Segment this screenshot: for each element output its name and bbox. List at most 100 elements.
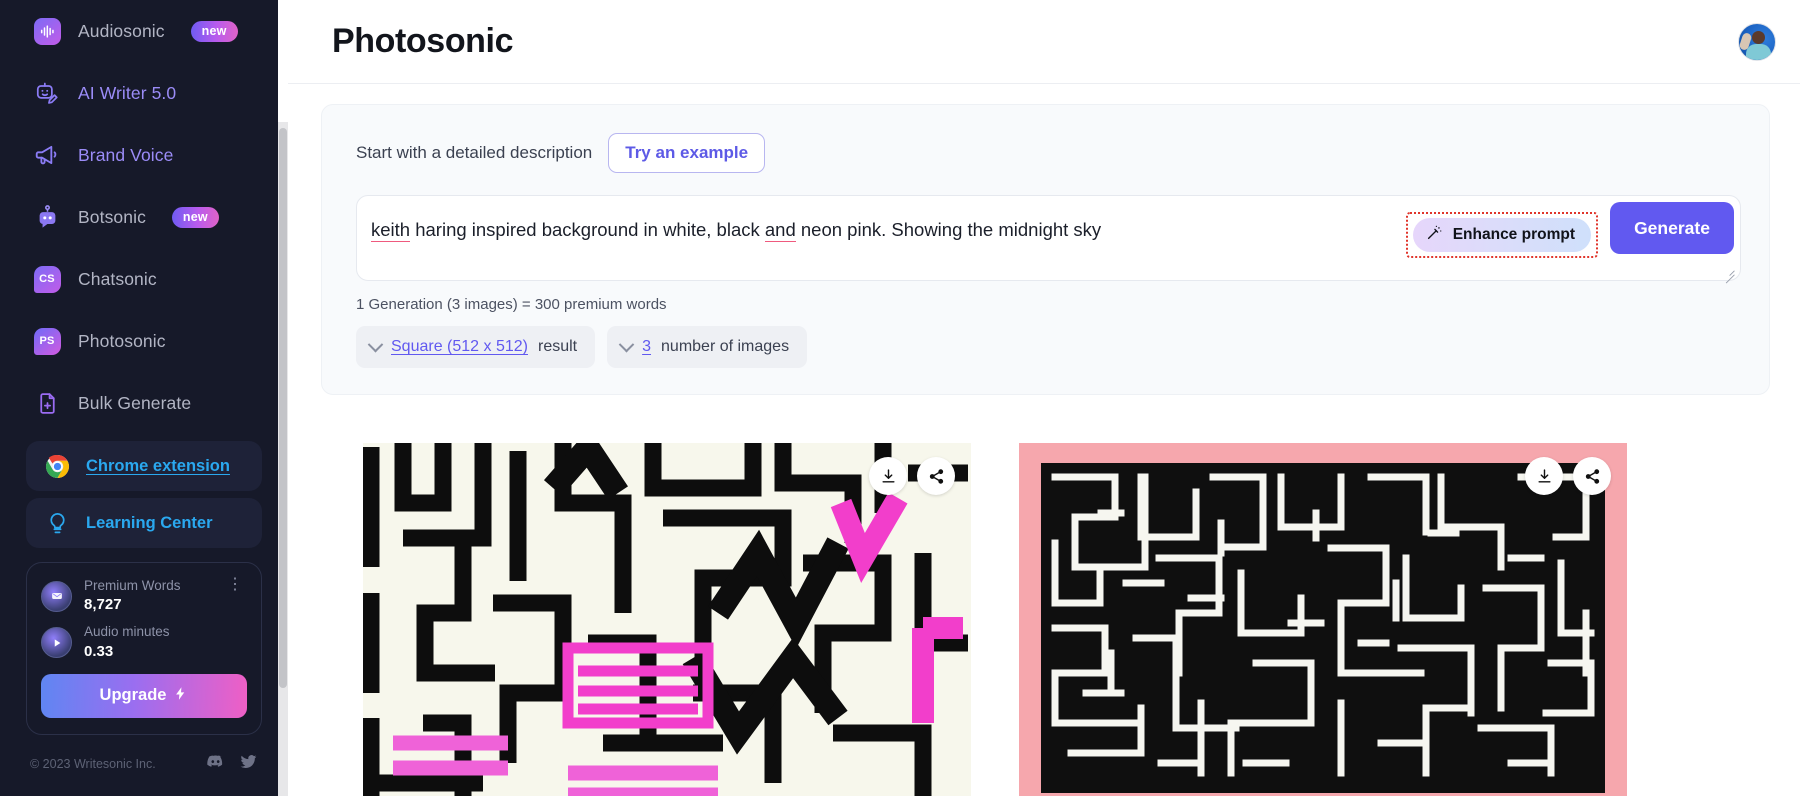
magic-wand-icon: [1425, 224, 1443, 247]
results-grid: [288, 395, 1800, 796]
credits-card: Premium Words 8,727 ⋮ Audio minutes 0.33: [26, 562, 262, 735]
ai-writer-icon: [32, 78, 62, 108]
enhance-prompt-button[interactable]: Enhance prompt: [1412, 218, 1591, 252]
misspelled-word-2: and: [764, 219, 796, 243]
premium-words-text: Premium Words 8,727: [84, 577, 181, 615]
generated-image-2[interactable]: [1019, 443, 1627, 796]
generated-artwork-2: [1019, 443, 1627, 796]
app-root: Audiosonic new AI Writer 5.0 Brand Voice…: [0, 0, 1800, 796]
sidebar-item-label: Brand Voice: [78, 144, 174, 165]
try-example-button[interactable]: Try an example: [608, 133, 766, 173]
artwork-2-svg: [1041, 463, 1605, 793]
lightbulb-icon: [42, 508, 72, 538]
premium-words-label: Premium Words: [84, 578, 181, 593]
sidebar-item-label: Audiosonic: [78, 20, 165, 41]
avatar-body: [1746, 43, 1771, 60]
generation-options: Square (512 x 512) result 3 number of im…: [356, 326, 1741, 368]
sidebar-link-label: Chrome extension: [86, 456, 230, 475]
composer-panel: Start with a detailed description Try an…: [321, 104, 1770, 395]
prompt-text-end: neon pink. Showing the midnight sky: [795, 219, 1102, 240]
upgrade-label: Upgrade: [99, 686, 167, 705]
generated-image-1[interactable]: [363, 443, 971, 796]
sidebar-item-chatsonic[interactable]: CS Chatsonic: [26, 248, 262, 310]
share-icon[interactable]: [1573, 457, 1611, 495]
prompt-text-mid: haring inspired background in white, bla…: [410, 219, 765, 240]
audio-minutes-value: 0.33: [84, 642, 114, 660]
avatar-head: [1752, 30, 1765, 44]
twitter-icon[interactable]: [239, 752, 258, 776]
credit-audio-minutes: Audio minutes 0.33: [41, 623, 247, 661]
credits-more-menu-icon[interactable]: ⋮: [227, 577, 243, 593]
upgrade-button[interactable]: Upgrade: [41, 673, 247, 718]
sidebar-item-brand-voice[interactable]: Brand Voice: [26, 124, 262, 186]
scrollbar-track-top: [278, 0, 288, 122]
download-icon[interactable]: [869, 457, 907, 495]
credit-premium-words: Premium Words 8,727 ⋮: [41, 577, 247, 615]
audio-minutes-icon: [41, 627, 72, 659]
sidebar-footer: © 2023 Writesonic Inc.: [26, 752, 262, 776]
sidebar-scrollbar[interactable]: [278, 0, 288, 796]
main-content: Photosonic Start with a detailed descrip…: [288, 0, 1800, 796]
photosonic-icon: PS: [32, 326, 62, 356]
artwork-1-svg: [363, 443, 971, 796]
chevron-down-icon: [367, 336, 384, 352]
megaphone-icon: [32, 140, 62, 170]
sidebar-item-botsonic[interactable]: Botsonic new: [26, 186, 262, 248]
sidebar-item-photosonic[interactable]: PS Photosonic: [26, 310, 262, 372]
chrome-icon: [42, 451, 72, 481]
sidebar: Audiosonic new AI Writer 5.0 Brand Voice…: [0, 0, 288, 796]
artwork-2-inner: [1041, 463, 1605, 793]
generate-button[interactable]: Generate: [1610, 202, 1734, 254]
image-size-value: Square (512 x 512): [391, 338, 528, 355]
download-icon[interactable]: [1525, 457, 1563, 495]
audiosonic-icon: [32, 16, 62, 46]
page-title: Photosonic: [332, 22, 514, 60]
top-bar: Photosonic: [288, 0, 1800, 84]
social-links: [206, 752, 258, 776]
avatar[interactable]: [1738, 22, 1776, 61]
composer-lead-text: Start with a detailed description: [356, 143, 593, 162]
sidebar-item-label: Bulk Generate: [78, 392, 192, 413]
generation-cost-text: 1 Generation (3 images) = 300 premium wo…: [356, 296, 667, 313]
sidebar-scroll-content: Audiosonic new AI Writer 5.0 Brand Voice…: [0, 0, 288, 796]
sidebar-item-ai-writer[interactable]: AI Writer 5.0: [26, 62, 262, 124]
sidebar-item-label: AI Writer 5.0: [78, 82, 177, 103]
sidebar-item-audiosonic[interactable]: Audiosonic new: [26, 0, 262, 62]
discord-icon[interactable]: [206, 752, 225, 776]
audio-minutes-text: Audio minutes 0.33: [84, 623, 170, 661]
textarea-resize-handle[interactable]: [1723, 264, 1735, 276]
chatsonic-icon: CS: [32, 264, 62, 294]
sidebar-link-chrome-extension[interactable]: Chrome extension: [26, 441, 262, 491]
sidebar-link-learning-center[interactable]: Learning Center: [26, 498, 262, 548]
badge-new: new: [190, 20, 238, 42]
premium-words-value: 8,727: [84, 596, 122, 614]
badge-new: new: [171, 206, 219, 228]
share-icon[interactable]: [917, 457, 955, 495]
premium-words-icon: [41, 580, 72, 612]
lightning-icon: [173, 686, 188, 706]
sidebar-link-label: Learning Center: [86, 513, 213, 532]
sidebar-item-label: Chatsonic: [78, 268, 157, 289]
image-1-actions: [869, 457, 955, 495]
chevron-down-icon: [618, 336, 635, 352]
image-count-value: 3: [642, 338, 652, 355]
sidebar-item-label: Botsonic: [78, 206, 146, 227]
misspelled-word-1: keith: [371, 219, 411, 243]
sidebar-item-bulk-generate[interactable]: Bulk Generate: [26, 372, 262, 434]
scrollbar-thumb[interactable]: [279, 128, 287, 688]
prompt-textarea-wrapper[interactable]: keith haring inspired background in whit…: [356, 195, 1741, 281]
audio-minutes-label: Audio minutes: [84, 624, 170, 640]
bot-icon: [32, 202, 62, 232]
file-plus-icon: [32, 388, 62, 418]
image-size-selector[interactable]: Square (512 x 512) result: [356, 326, 596, 368]
enhance-prompt-highlight: Enhance prompt: [1405, 212, 1598, 258]
image-2-actions: [1525, 457, 1611, 495]
copyright-text: © 2023 Writesonic Inc.: [30, 756, 156, 771]
sidebar-item-label: Photosonic: [78, 330, 166, 351]
generated-artwork-1: [363, 443, 971, 796]
enhance-prompt-label: Enhance prompt: [1452, 226, 1575, 243]
image-count-suffix: number of images: [661, 338, 790, 355]
composer-header: Start with a detailed description Try an…: [356, 133, 1741, 173]
image-count-selector[interactable]: 3 number of images: [607, 326, 808, 368]
image-size-suffix: result: [537, 338, 578, 355]
